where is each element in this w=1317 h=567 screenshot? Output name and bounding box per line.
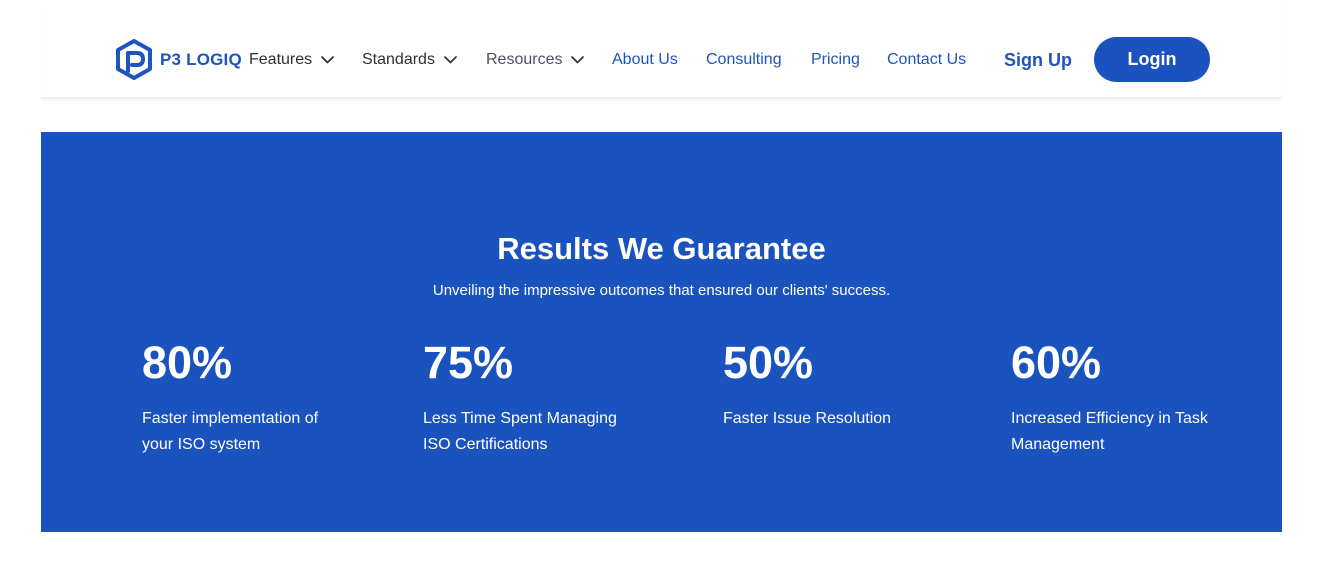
stat-item: 80% Faster implementation of your ISO sy… xyxy=(142,336,362,458)
nav-consulting[interactable]: Consulting xyxy=(706,49,782,71)
chevron-down-icon xyxy=(571,56,585,64)
nav-features-label: Features xyxy=(249,51,313,68)
stat-value: 75% xyxy=(423,337,514,388)
results-section: Results We Guarantee Unveiling the impre… xyxy=(41,132,1282,532)
brand-name: P3 LOGIQ xyxy=(160,50,242,69)
nav-standards-label: Standards xyxy=(362,51,435,68)
results-subtitle: Unveiling the impressive outcomes that e… xyxy=(432,282,891,299)
stat-label: Faster Issue Resolution xyxy=(723,410,892,427)
nav-pricing[interactable]: Pricing xyxy=(811,49,860,71)
nav-contact-us[interactable]: Contact Us xyxy=(887,49,966,71)
stat-item: 75% Less Time Spent Managing ISO Certifi… xyxy=(423,336,643,458)
sign-up-link[interactable]: Sign Up xyxy=(1004,48,1072,72)
nav-features[interactable]: Features xyxy=(249,49,334,71)
results-title: Results We Guarantee xyxy=(497,231,826,266)
login-button[interactable]: Login xyxy=(1094,37,1210,82)
nav-standards[interactable]: Standards xyxy=(362,49,457,71)
brand-logo[interactable]: P3 LOGIQ xyxy=(114,38,242,82)
chevron-down-icon xyxy=(444,56,457,64)
stat-item: 50% Faster Issue Resolution xyxy=(723,336,943,432)
chevron-down-icon xyxy=(321,56,334,64)
nav-about-us[interactable]: About Us xyxy=(612,49,678,71)
stat-value: 50% xyxy=(723,337,814,388)
nav-resources[interactable]: Resources xyxy=(486,49,585,71)
stat-label: Less Time Spent Managing ISO Certificati… xyxy=(423,410,617,453)
stat-value: 80% xyxy=(142,337,233,388)
nav-resources-label: Resources xyxy=(486,51,563,68)
stat-value: 60% xyxy=(1011,337,1102,388)
hexagon-logo-icon xyxy=(116,39,152,80)
stat-label: Faster implementation of your ISO system xyxy=(142,410,319,453)
stat-item: 60% Increased Efficiency in Task Managem… xyxy=(1011,336,1231,458)
stat-label: Increased Efficiency in Task Management xyxy=(1011,410,1208,453)
